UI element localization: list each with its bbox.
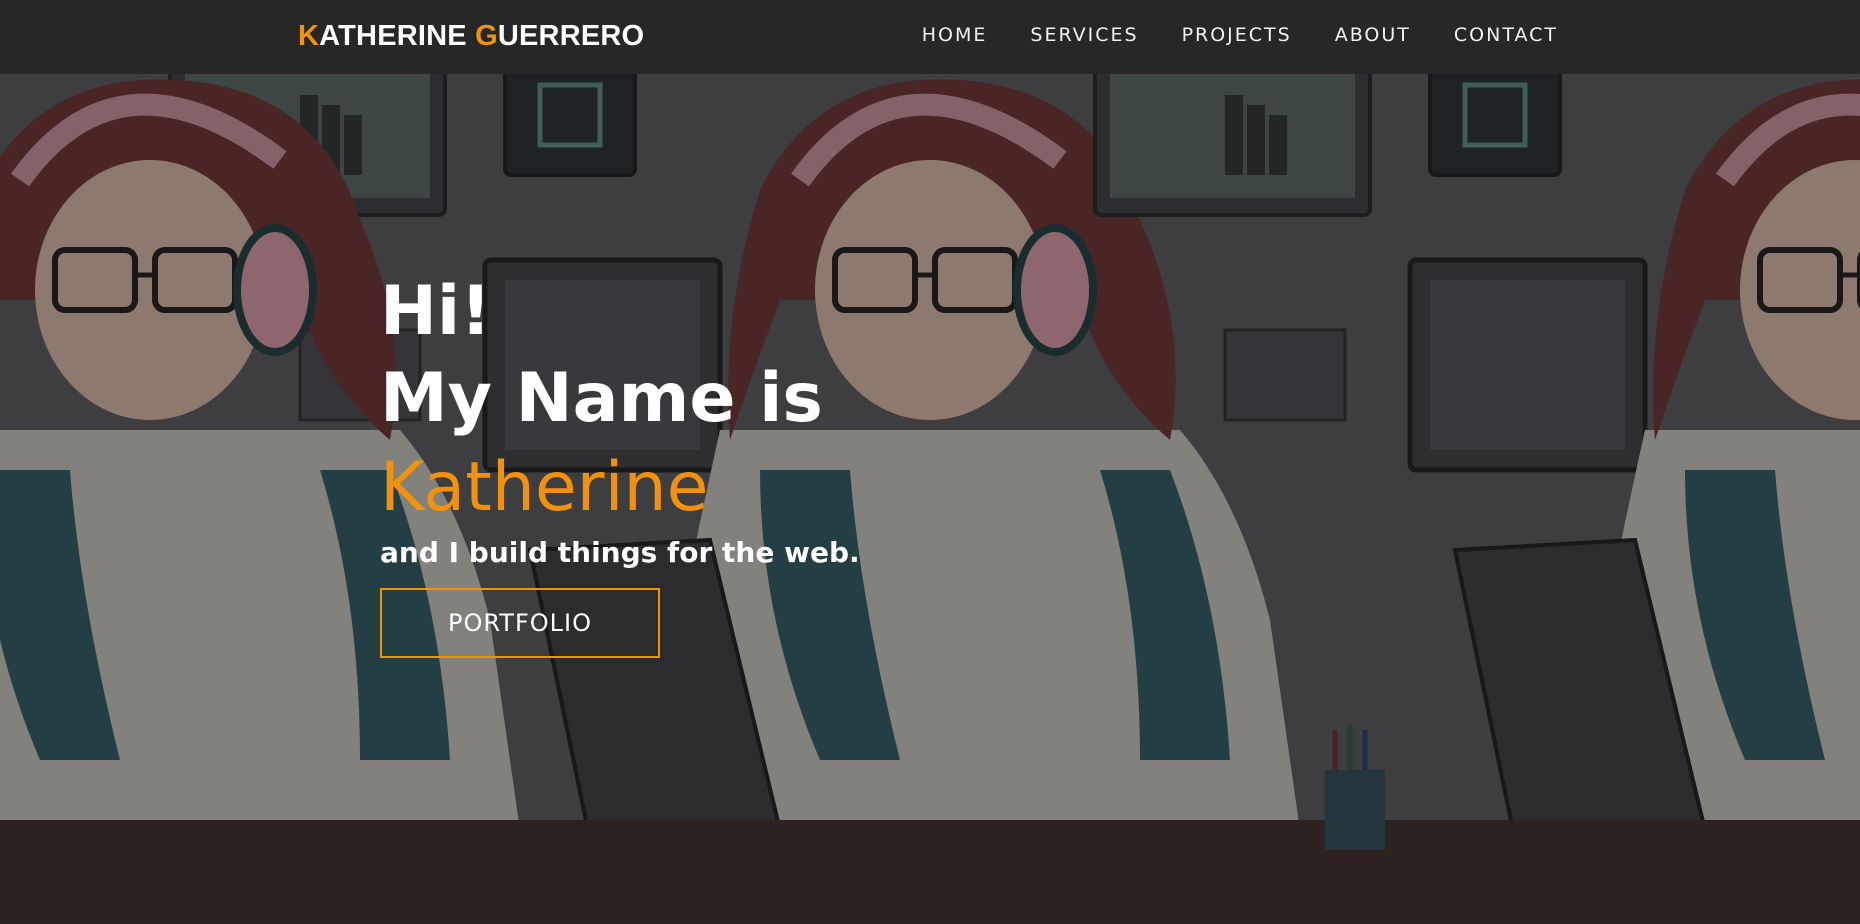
brand-text-first: ATHERINE [319, 20, 476, 52]
hero-greeting: Hi! [380, 272, 492, 351]
top-navbar: KATHERINE GUERRERO HOME SERVICES PROJECT… [0, 0, 1860, 74]
hero-name: Katherine [380, 448, 709, 527]
nav-link-projects[interactable]: PROJECTS [1182, 24, 1292, 46]
brand-initial-first: K [298, 20, 320, 52]
page: KATHERINE GUERRERO HOME SERVICES PROJECT… [0, 0, 1860, 924]
nav-link-about[interactable]: ABOUT [1335, 24, 1411, 46]
nav-link-contact[interactable]: CONTACT [1454, 24, 1558, 46]
nav-link-services[interactable]: SERVICES [1030, 24, 1138, 46]
brand-initial-last: G [475, 20, 498, 52]
brand-logo[interactable]: KATHERINE GUERRERO [298, 20, 644, 53]
hero-tagline: and I build things for the web. [380, 536, 860, 569]
hero-section: Hi! My Name is Katherine and I build thi… [380, 268, 1280, 658]
hero-intro: My Name is [380, 359, 823, 438]
nav-link-home[interactable]: HOME [922, 24, 988, 46]
nav-links: HOME SERVICES PROJECTS ABOUT CONTACT [922, 24, 1558, 46]
portfolio-button[interactable]: PORTFOLIO [380, 588, 660, 658]
brand-text-last: UERRERO [497, 20, 645, 52]
